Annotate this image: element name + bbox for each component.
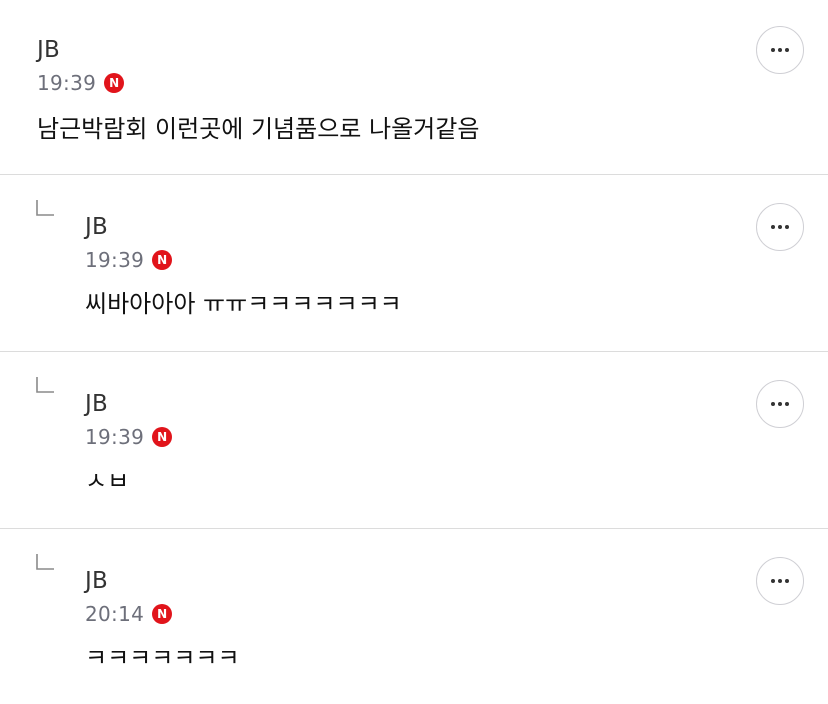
comment-author[interactable]: JB <box>85 390 108 418</box>
reply-item: JB 19:39 N ㅅㅂ <box>0 352 828 528</box>
comment-time: 19:39 <box>85 425 145 449</box>
comment-time: 19:39 <box>85 248 145 272</box>
more-options-icon <box>771 579 789 583</box>
new-badge-icon: N <box>104 73 125 93</box>
new-badge-icon: N <box>152 604 173 624</box>
comment-author[interactable]: JB <box>85 567 108 595</box>
more-options-button[interactable] <box>756 380 804 428</box>
more-options-button[interactable] <box>756 557 804 605</box>
comment-text: 남근박람회 이런곳에 기념품으로 나올거같음 <box>37 115 480 143</box>
reply-arrow-icon <box>36 377 54 393</box>
comment-item: JB 19:39 N 남근박람회 이런곳에 기념품으로 나올거같음 <box>0 0 828 174</box>
comment-text: ㅅㅂ <box>85 467 130 495</box>
more-options-button[interactable] <box>756 203 804 251</box>
comment-text: 씨바아아아 ㅠㅠㅋㅋㅋㅋㅋㅋㅋ <box>85 290 402 318</box>
comment-time: 19:39 <box>37 71 97 95</box>
more-options-icon <box>771 225 789 229</box>
comment-meta: 19:39 N <box>37 70 125 96</box>
comment-meta: 20:14 N <box>85 601 173 627</box>
comment-author[interactable]: JB <box>85 213 108 241</box>
reply-arrow-icon <box>36 554 54 570</box>
reply-arrow-icon <box>36 200 54 216</box>
more-options-button[interactable] <box>756 26 804 74</box>
new-badge-icon: N <box>152 250 173 270</box>
comment-text: ㅋㅋㅋㅋㅋㅋㅋ <box>85 644 240 672</box>
more-options-icon <box>771 48 789 52</box>
more-options-icon <box>771 402 789 406</box>
comment-time: 20:14 <box>85 602 145 626</box>
comment-meta: 19:39 N <box>85 424 173 450</box>
new-badge-icon: N <box>152 427 173 447</box>
comment-meta: 19:39 N <box>85 247 173 273</box>
reply-item: JB 20:14 N ㅋㅋㅋㅋㅋㅋㅋ <box>0 529 828 704</box>
comment-author[interactable]: JB <box>37 36 60 64</box>
reply-item: JB 19:39 N 씨바아아아 ㅠㅠㅋㅋㅋㅋㅋㅋㅋ <box>0 175 828 351</box>
